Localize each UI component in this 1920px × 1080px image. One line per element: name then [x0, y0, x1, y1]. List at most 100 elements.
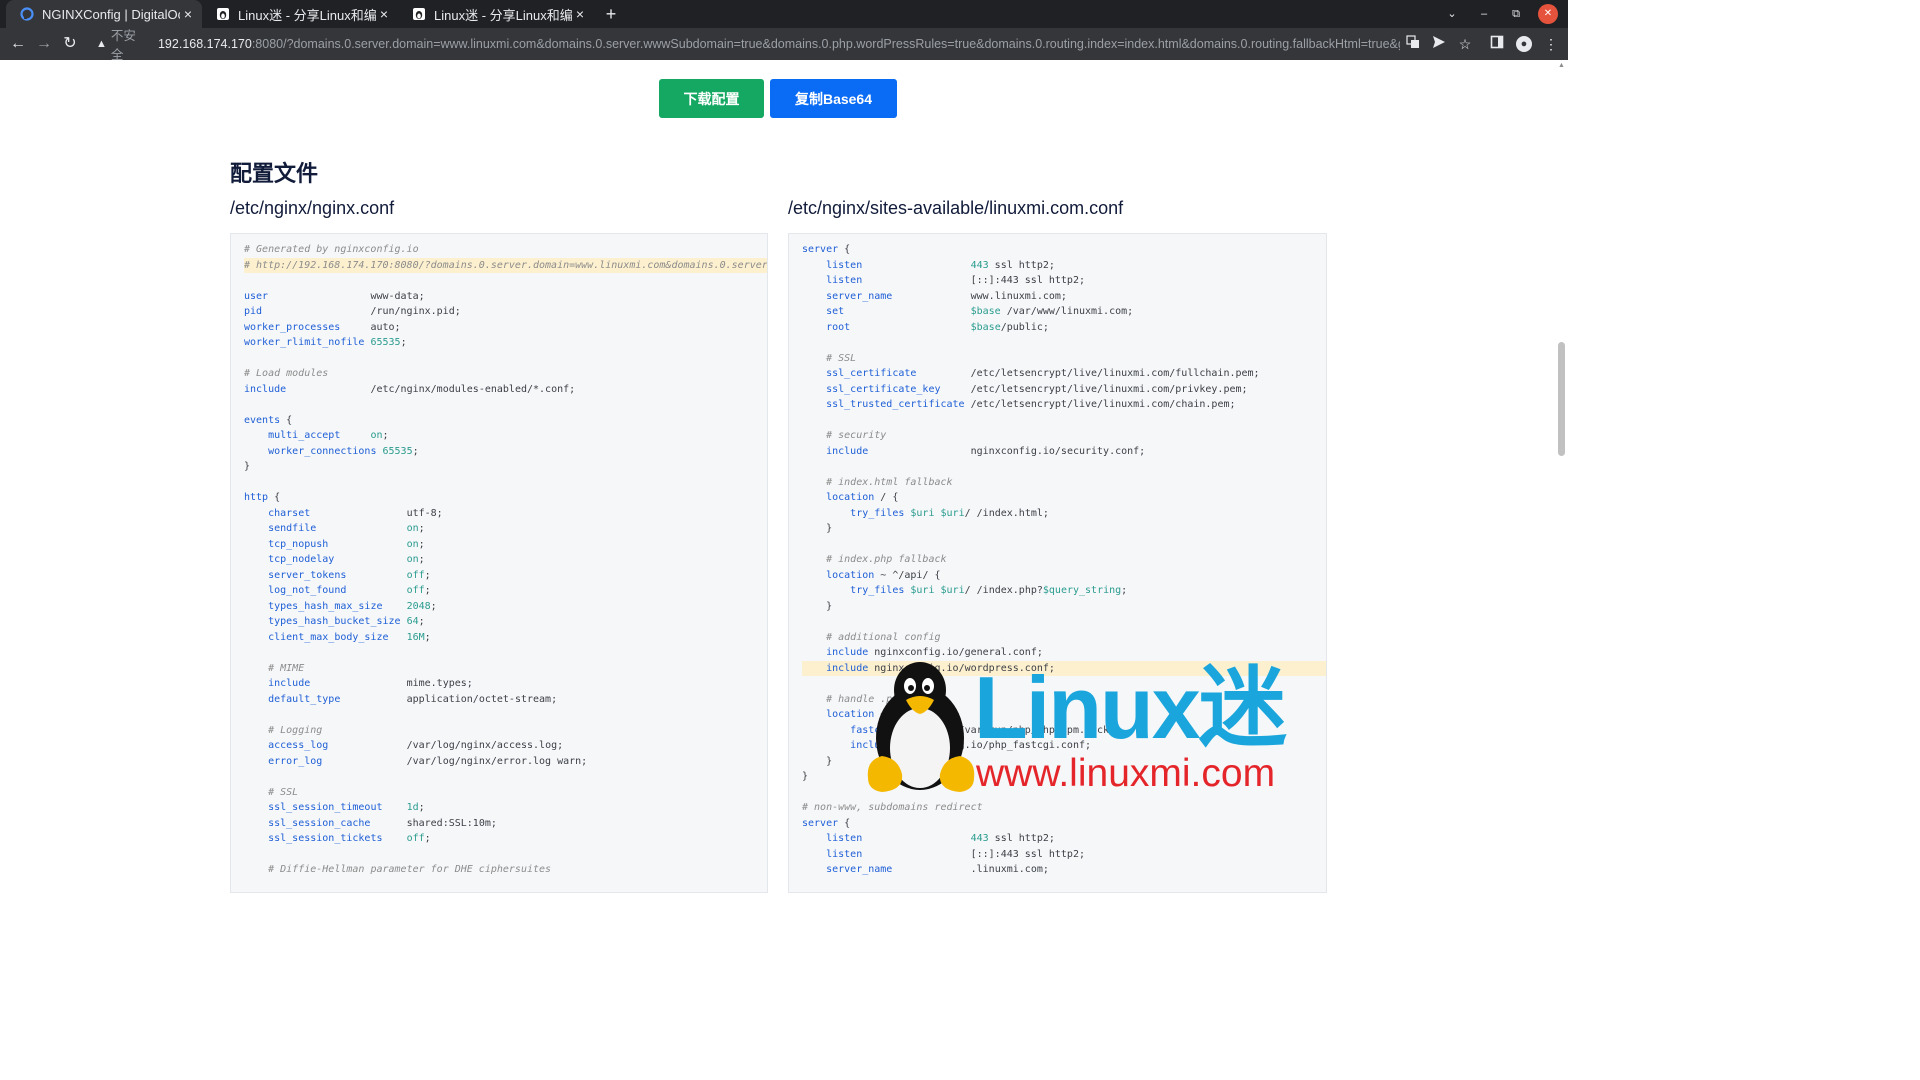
address-bar[interactable]: ▲ 不安全 192.168.174.170 :8080/?domains.0.s…: [90, 29, 1400, 62]
code-line: default_type application/octet-stream;: [244, 692, 557, 708]
code-value: .linuxmi.com;: [970, 864, 1049, 875]
download-config-button[interactable]: 下载配置: [659, 79, 764, 118]
code-line: try_files $uri $uri/ /index.html;: [802, 506, 1049, 522]
code-comment: # Logging: [268, 724, 323, 736]
code-comment: # Load modules: [244, 368, 329, 379]
tab-close-icon[interactable]: ×: [572, 6, 588, 22]
code-line: include /etc/nginx/modules-enabled/*.con…: [244, 382, 575, 398]
code-line: }: [802, 521, 832, 537]
code-directive: server_name: [826, 290, 893, 302]
code-value: 2048;: [406, 600, 437, 612]
code-value: /var/log/nginx/error.log warn;: [406, 755, 588, 767]
tab-search-dropdown-icon[interactable]: ⌄: [1442, 4, 1462, 24]
code-value: }: [826, 755, 833, 767]
tab-linuxmi-1[interactable]: Linux迷 - 分享Linux和编程 ×: [202, 0, 398, 28]
copy-base64-button[interactable]: 复制Base64: [770, 79, 897, 118]
linuxmi-watermark: Linux迷 www.linuxmi.com: [862, 660, 1332, 795]
back-button[interactable]: ←: [8, 34, 28, 54]
code-value: 64;: [406, 616, 425, 627]
code-directive: server_tokens: [268, 569, 347, 581]
page-scrollbar[interactable]: [1555, 60, 1568, 883]
code-directive: include: [826, 647, 869, 658]
code-line: client_max_body_size 16M;: [244, 630, 431, 646]
tab-nginxconfig[interactable]: NGINXConfig | DigitalOce ×: [6, 0, 202, 28]
code-value: /etc/letsencrypt/live/linuxmi.com/chain.…: [970, 399, 1236, 410]
forward-button[interactable]: →: [34, 34, 54, 54]
star-icon[interactable]: ☆: [1455, 34, 1475, 54]
tab-close-icon[interactable]: ×: [180, 6, 196, 22]
sidepanel-icon[interactable]: [1487, 34, 1507, 54]
code-line: include mime.types;: [244, 676, 473, 692]
code-directive: worker_processes: [244, 321, 341, 333]
code-line: worker_rlimit_nofile 65535;: [244, 335, 407, 351]
code-directive: events: [244, 414, 281, 426]
translate-icon[interactable]: [1403, 34, 1423, 54]
not-secure-warning-icon[interactable]: ▲: [96, 38, 107, 50]
tab-title: Linux迷 - 分享Linux和编程: [434, 7, 572, 23]
code-block-nginx-conf[interactable]: # Generated by nginxconfig.io # http://19…: [230, 233, 768, 893]
minimize-button[interactable]: –: [1474, 4, 1494, 24]
code-value: /etc/nginx/modules-enabled/*.conf;: [370, 383, 576, 395]
code-directive: tcp_nodelay: [268, 554, 335, 565]
code-line: http {: [244, 490, 280, 506]
code-value: 65535;: [382, 445, 419, 457]
code-comment: # SSL: [826, 352, 857, 364]
scrollbar-thumb[interactable]: [1558, 342, 1565, 456]
code-line: events {: [244, 413, 292, 429]
code-directive: listen: [826, 275, 863, 286]
code-line: access_log /var/log/nginx/access.log;: [244, 738, 563, 754]
reload-button[interactable]: ↻: [60, 34, 80, 54]
code-line: ssl_certificate /etc/letsencrypt/live/li…: [802, 366, 1259, 382]
code-value: utf-8;: [406, 507, 443, 519]
profile-icon[interactable]: ●: [1516, 36, 1532, 52]
menu-icon[interactable]: ⋮: [1541, 34, 1561, 54]
code-directive: pid: [244, 306, 263, 317]
code-line: listen 443 ssl http2;: [802, 831, 1055, 847]
code-comment: # Diffie-Hellman parameter for DHE ciphe…: [268, 864, 552, 875]
code-line: # index.php fallback: [802, 552, 946, 568]
tab-close-icon[interactable]: ×: [376, 6, 392, 22]
code-value: auto;: [370, 321, 401, 333]
code-value: nginxconfig.io/general.conf;: [874, 647, 1043, 658]
code-line: types_hash_max_size 2048;: [244, 599, 437, 615]
code-line: }: [802, 769, 808, 785]
tux-penguin-icon: [867, 662, 975, 792]
code-value: www-data;: [370, 290, 425, 302]
tab-linuxmi-2[interactable]: Linux迷 - 分享Linux和编程 ×: [398, 0, 594, 28]
code-directive: ssl_session_timeout: [268, 802, 383, 813]
linuxmi-favicon-icon: [216, 7, 230, 21]
code-value: }: [802, 771, 809, 782]
browser-chrome: NGINXConfig | DigitalOce × Linux迷 - 分享Li…: [0, 0, 1568, 62]
code-directive: sendfile: [268, 523, 317, 534]
code-value: on;: [406, 523, 425, 534]
code-value: /run/nginx.pid;: [370, 306, 461, 317]
code-line: ssl_trusted_certificate /etc/letsencrypt…: [802, 397, 1236, 413]
code-value: }: [826, 523, 833, 534]
file-title-nginx-conf: /etc/nginx/nginx.conf: [230, 198, 395, 218]
new-tab-button[interactable]: +: [600, 3, 622, 25]
code-value: $base/public;: [970, 321, 1049, 333]
restore-button[interactable]: ⧉: [1506, 4, 1526, 24]
code-line: set $base /var/www/linuxmi.com;: [802, 304, 1133, 320]
code-line: types_hash_bucket_size 64;: [244, 614, 425, 630]
security-status[interactable]: 不安全: [111, 25, 146, 63]
code-directive: ssl_trusted_certificate: [826, 399, 965, 410]
code-line: worker_processes auto;: [244, 320, 401, 336]
code-value: 1d;: [406, 802, 425, 813]
code-line: location ~ ^/api/ {: [802, 568, 941, 584]
code-line: # MIME: [244, 661, 304, 677]
send-icon[interactable]: [1429, 34, 1449, 54]
scroll-up-arrow-icon[interactable]: ▲: [1558, 62, 1565, 69]
code-line: server_name www.linuxmi.com;: [802, 289, 1067, 305]
code-directive: ssl_session_cache: [268, 817, 371, 829]
code-directive: worker_connections: [268, 445, 377, 457]
code-directive: set: [826, 306, 845, 317]
code-line: location / {: [802, 490, 898, 506]
code-directive: location: [826, 492, 875, 503]
code-value: ~ ^/api/ {: [880, 569, 941, 581]
code-directive: server: [802, 244, 839, 255]
code-directive: charset: [268, 507, 311, 519]
code-line: try_files $uri $uri/ /index.php?$query_s…: [802, 583, 1127, 599]
close-window-button[interactable]: ✕: [1538, 4, 1558, 24]
code-value: {: [844, 817, 851, 829]
